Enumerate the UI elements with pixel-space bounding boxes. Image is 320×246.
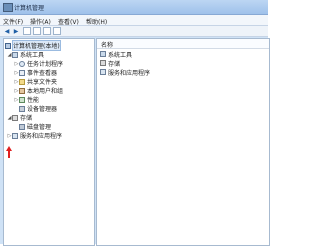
menu-help[interactable]: 帮助(H) — [86, 17, 107, 26]
toolbar: ◀ ▶ — [0, 26, 268, 37]
storage-icon — [100, 60, 106, 66]
column-header-name[interactable]: 名称 — [97, 39, 269, 49]
properties-icon[interactable] — [53, 27, 61, 35]
folder-icon — [19, 78, 25, 85]
computer-management-window: 计算机管理 文件(F) 操作(A) 查看(V) 帮助(H) ◀ ▶ 计算机管理(… — [0, 0, 270, 246]
title-bar[interactable]: 计算机管理 — [0, 0, 268, 15]
annotation-arrow — [6, 146, 12, 158]
tree-item-performance[interactable]: ▷ 性能 — [14, 95, 39, 104]
event-viewer-icon — [19, 69, 25, 76]
tools-icon — [100, 51, 106, 57]
list-item[interactable]: 服务和应用程序 — [100, 68, 150, 77]
disk-icon — [19, 123, 25, 130]
tree-item-shared-folders[interactable]: ▷ 共享文件夹 — [14, 77, 57, 86]
users-icon — [19, 87, 25, 94]
tree-item-root[interactable]: 计算机管理(本地) — [5, 40, 61, 51]
show-hide-tree-icon[interactable] — [33, 27, 41, 35]
menu-action[interactable]: 操作(A) — [30, 17, 51, 26]
tree-item-disk-management[interactable]: 磁盘管理 — [14, 122, 51, 131]
list-item[interactable]: 存储 — [100, 59, 120, 68]
navigation-tree: 计算机管理(本地) ◢ 系统工具 ▷ 任务计划程序 ▷ 事件查看器 ▷ 共享文件… — [3, 38, 95, 246]
menu-bar: 文件(F) 操作(A) 查看(V) 帮助(H) — [0, 15, 268, 26]
computer-icon — [5, 42, 11, 49]
forward-arrow-icon[interactable]: ▶ — [12, 27, 20, 35]
services-icon — [12, 132, 18, 139]
tree-item-local-users[interactable]: ▷ 本地用户和组 — [14, 86, 63, 95]
menu-file[interactable]: 文件(F) — [3, 17, 23, 26]
help-icon[interactable] — [43, 27, 51, 35]
services-icon — [100, 69, 106, 75]
back-arrow-icon[interactable]: ◀ — [3, 27, 11, 35]
storage-icon — [12, 114, 18, 121]
device-manager-icon — [19, 105, 25, 112]
details-pane: 名称 系统工具 存储 服务和应用程序 — [96, 38, 270, 246]
menu-view[interactable]: 查看(V) — [58, 17, 79, 26]
tree-item-task-scheduler[interactable]: ▷ 任务计划程序 — [14, 59, 63, 68]
tree-item-device-manager[interactable]: 设备管理器 — [14, 104, 57, 113]
clock-icon — [19, 60, 25, 67]
tree-item-event-viewer[interactable]: ▷ 事件查看器 — [14, 68, 57, 77]
computer-management-icon — [3, 3, 13, 12]
performance-icon — [19, 96, 25, 103]
list-item[interactable]: 系统工具 — [100, 50, 132, 59]
up-level-icon[interactable] — [23, 27, 31, 35]
tree-item-system-tools[interactable]: ◢ 系统工具 — [7, 50, 44, 59]
tools-icon — [12, 51, 18, 58]
tree-item-storage[interactable]: ◢ 存储 — [7, 113, 32, 122]
window-title: 计算机管理 — [14, 5, 45, 12]
tree-item-services-apps[interactable]: ▷ 服务和应用程序 — [7, 131, 62, 140]
